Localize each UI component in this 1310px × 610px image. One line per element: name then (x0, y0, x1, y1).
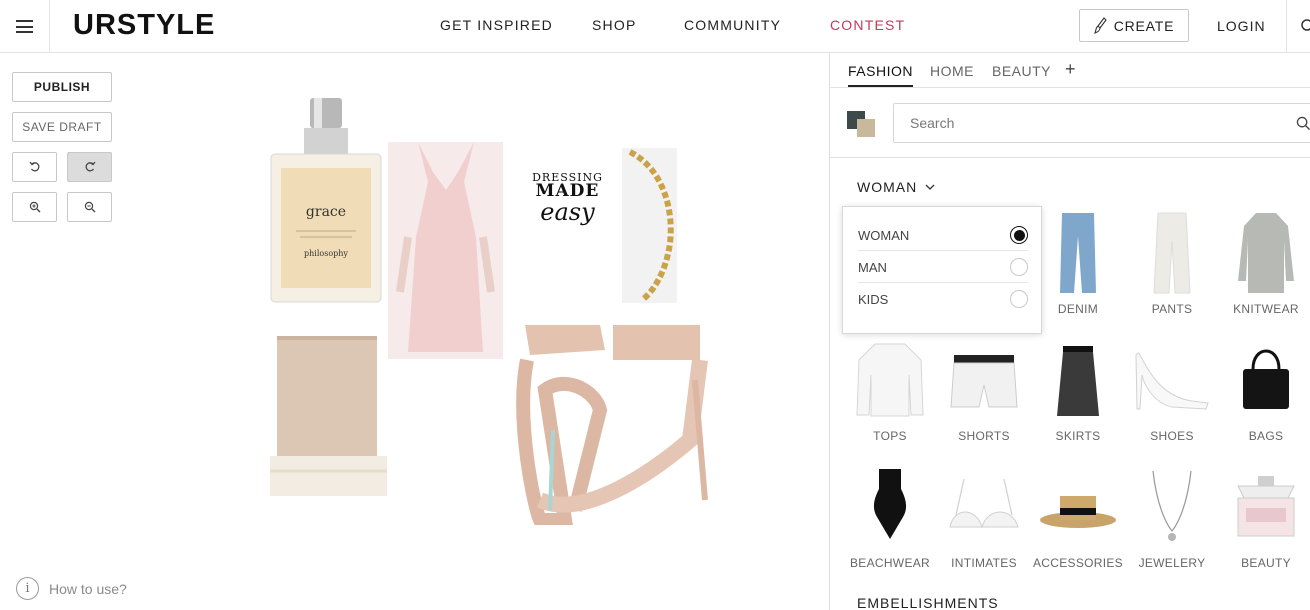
category-jewelery[interactable]: JEWELERY (1127, 462, 1217, 570)
info-icon: i (16, 577, 39, 600)
create-label: CREATE (1113, 17, 1175, 34)
site-logo[interactable]: URSTYLE (73, 9, 215, 42)
tab-home[interactable]: HOME (930, 63, 974, 79)
category-pants[interactable]: PANTS (1127, 208, 1217, 316)
menu-button[interactable] (0, 0, 50, 53)
canvas-item-heels[interactable] (505, 320, 727, 527)
category-label: INTIMATES (951, 556, 1017, 570)
search-icon[interactable] (1296, 116, 1310, 136)
category-shoes[interactable]: SHOES (1127, 335, 1217, 443)
category-label: SHOES (1150, 429, 1194, 443)
gender-option-woman[interactable]: WOMAN (858, 219, 1028, 251)
panel-divider (830, 157, 1310, 158)
category-label: SHORTS (958, 429, 1010, 443)
radio-empty-icon[interactable] (1010, 258, 1028, 276)
gender-option-man[interactable]: MAN (858, 251, 1028, 283)
category-tabs: FASHION HOME BEAUTY + (830, 53, 1310, 88)
section-embellishments[interactable]: EMBELLISHMENTS (857, 595, 999, 610)
search-input[interactable] (894, 104, 1274, 142)
gender-dropdown-toggle[interactable]: WOMAN (857, 179, 935, 195)
header-divider (1286, 0, 1287, 53)
chevron-down-icon (925, 184, 935, 190)
category-accessories[interactable]: ACCESSORIES (1033, 462, 1123, 570)
canvas-item-scarf[interactable] (265, 336, 392, 499)
category-beauty[interactable]: BEAUTY (1221, 462, 1310, 570)
color-filter-icon[interactable] (847, 111, 877, 139)
header-search-icon[interactable] (1300, 18, 1310, 32)
category-bags[interactable]: BAGS (1221, 335, 1310, 443)
canvas-item-bracelet[interactable] (622, 148, 677, 303)
how-to-use-link[interactable]: i How to use? (16, 577, 127, 600)
nav-contest[interactable]: CONTEST (830, 17, 905, 33)
category-tops[interactable]: TOPS (845, 335, 935, 443)
category-intimates[interactable]: INTIMATES (939, 462, 1029, 570)
category-label: JEWELERY (1138, 556, 1206, 570)
how-to-use-label: How to use? (49, 580, 127, 597)
category-label: KNITWEAR (1233, 302, 1299, 316)
top-header: URSTYLE GET INSPIRED SHOP COMMUNITY CONT… (0, 0, 1310, 53)
add-tab-icon[interactable]: + (1065, 59, 1076, 80)
create-button[interactable]: CREATE (1079, 9, 1189, 42)
brush-icon (1093, 16, 1107, 34)
gender-dropdown-menu: WOMAN MAN KIDS (842, 206, 1042, 334)
nav-shop[interactable]: SHOP (592, 17, 636, 33)
tab-beauty[interactable]: BEAUTY (992, 63, 1051, 79)
zoom-out-button[interactable] (67, 192, 112, 222)
category-label: ACCESSORIES (1033, 556, 1123, 570)
category-skirts[interactable]: SKIRTS (1033, 335, 1123, 443)
gender-option-label: KIDS (858, 291, 889, 307)
canvas-item-perfume[interactable]: grace philosophy (268, 96, 383, 304)
perfume-name-text: grace (306, 204, 346, 220)
zoom-in-icon (29, 201, 40, 213)
login-link[interactable]: LOGIN (1217, 18, 1266, 34)
zoom-in-button[interactable] (12, 192, 57, 222)
zoom-out-icon (84, 201, 95, 213)
nav-community[interactable]: COMMUNITY (684, 17, 781, 33)
hamburger-icon (16, 20, 33, 33)
gender-option-kids[interactable]: KIDS (858, 283, 1028, 315)
radio-selected-icon[interactable] (1010, 226, 1028, 244)
category-label: TOPS (873, 429, 907, 443)
category-denim[interactable]: DENIM (1033, 208, 1123, 316)
canvas-item-dress[interactable] (388, 142, 503, 359)
gender-option-label: MAN (858, 259, 887, 275)
category-beachwear[interactable]: BEACHWEAR (845, 462, 935, 570)
category-label: BAGS (1248, 429, 1284, 443)
category-label: SKIRTS (1055, 429, 1101, 443)
publish-button[interactable]: PUBLISH (12, 72, 112, 102)
category-label: DENIM (1057, 302, 1099, 316)
canvas-item-book[interactable]: DRESSING MADE easy (525, 172, 610, 242)
tab-fashion[interactable]: FASHION (848, 63, 913, 87)
category-label: BEAUTY (1241, 556, 1291, 570)
undo-button[interactable] (12, 152, 57, 182)
gender-selected-label: WOMAN (857, 179, 918, 195)
category-label: PANTS (1151, 302, 1193, 316)
category-shorts[interactable]: SHORTS (939, 335, 1029, 443)
redo-icon (85, 161, 96, 172)
book-line-3: easy (540, 198, 595, 226)
category-label: BEACHWEAR (849, 556, 931, 570)
gender-option-label: WOMAN (858, 227, 910, 243)
undo-icon (28, 161, 39, 172)
nav-get-inspired[interactable]: GET INSPIRED (440, 17, 553, 33)
perfume-brand-text: philosophy (304, 249, 348, 258)
save-draft-button[interactable]: SAVE DRAFT (12, 112, 112, 142)
redo-button[interactable] (67, 152, 112, 182)
search-box (893, 103, 1310, 143)
radio-empty-icon[interactable] (1010, 290, 1028, 308)
category-knitwear[interactable]: KNITWEAR (1221, 208, 1310, 316)
